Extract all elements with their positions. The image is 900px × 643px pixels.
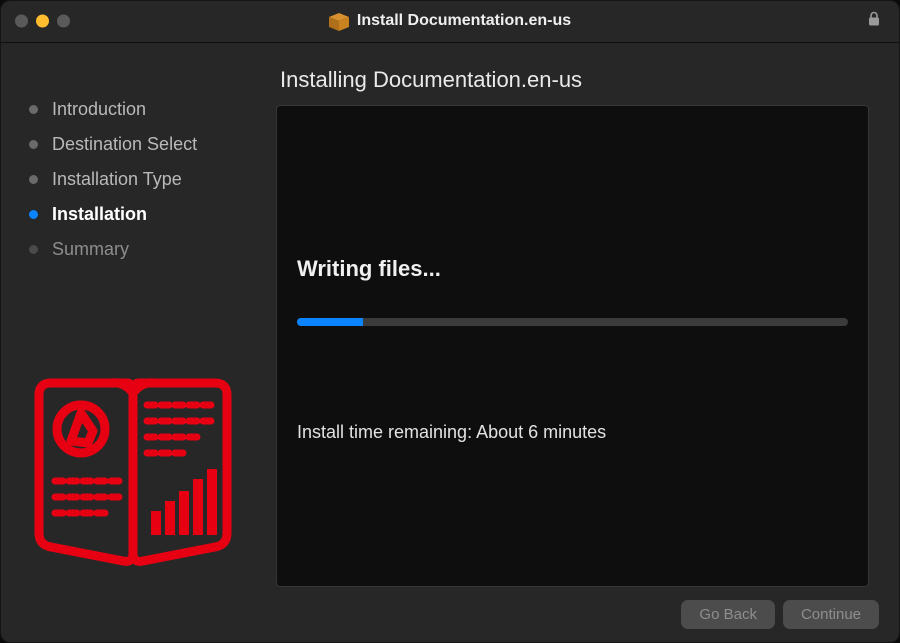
step-label: Installation Type [52,169,182,190]
step-installation-type: Installation Type [29,169,266,190]
window-controls [15,15,70,28]
status-text: Writing files... [297,256,848,282]
progress-bar-fill [297,318,363,326]
progress-bar-track [297,318,848,326]
time-remaining: Install time remaining: About 6 minutes [297,422,848,443]
main: Installing Documentation.en-us Writing f… [266,43,899,587]
window-title: Install Documentation.en-us [357,12,571,30]
step-bullet [29,105,38,114]
step-bullet [29,245,38,254]
sidebar: Introduction Destination Select Installa… [1,43,266,587]
go-back-button[interactable]: Go Back [681,600,775,629]
step-label: Installation [52,204,147,225]
background-artwork [23,371,243,571]
continue-button[interactable]: Continue [783,600,879,629]
step-bullet [29,140,38,149]
step-bullet [29,175,38,184]
minimize-button[interactable] [36,15,49,28]
step-bullet [29,210,38,219]
step-introduction: Introduction [29,99,266,120]
step-summary: Summary [29,239,266,260]
zoom-button[interactable] [57,15,70,28]
package-icon [329,11,349,31]
lock-icon [867,11,881,32]
installer-window: Install Documentation.en-us Introduction… [0,0,900,643]
page-heading: Installing Documentation.en-us [280,67,869,93]
step-label: Destination Select [52,134,197,155]
step-label: Summary [52,239,129,260]
step-destination-select: Destination Select [29,134,266,155]
titlebar: Install Documentation.en-us [1,1,899,43]
title-center: Install Documentation.en-us [329,11,571,31]
step-list: Introduction Destination Select Installa… [29,99,266,260]
content-pane: Writing files... Install time remaining:… [276,105,869,587]
footer: Go Back Continue [1,587,899,642]
step-installation: Installation [29,204,266,225]
close-button[interactable] [15,15,28,28]
step-label: Introduction [52,99,146,120]
window-body: Introduction Destination Select Installa… [1,43,899,587]
